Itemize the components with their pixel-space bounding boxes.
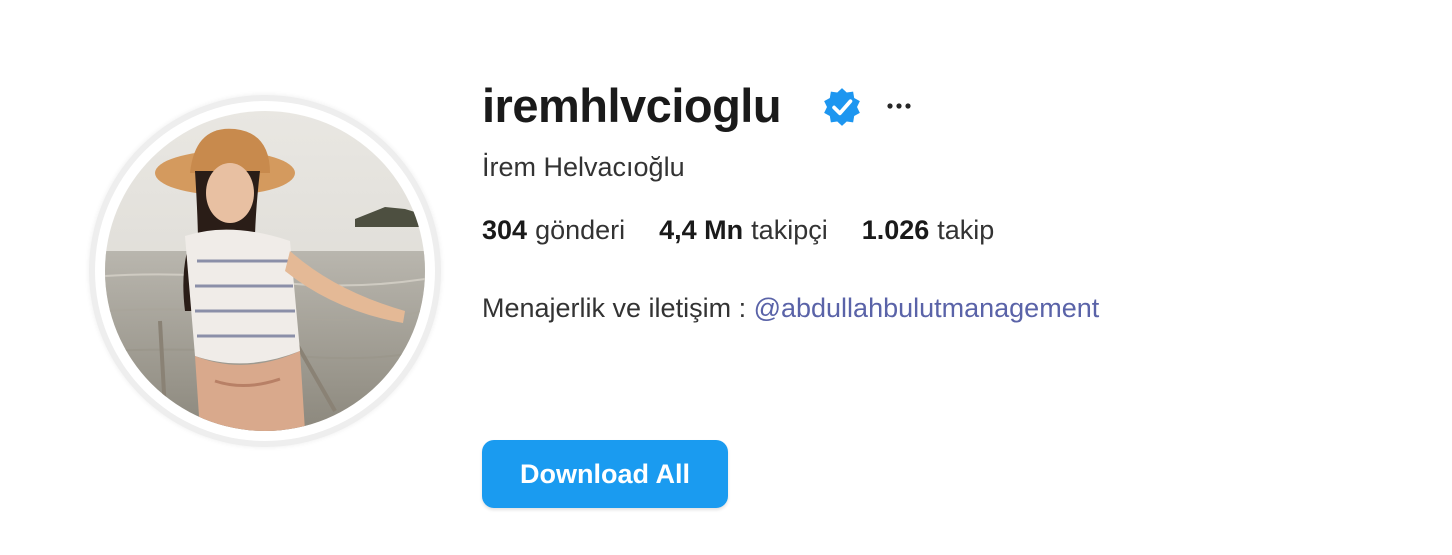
bio-text: Menajerlik ve iletişim : bbox=[482, 293, 754, 323]
download-all-button[interactable]: Download All bbox=[482, 440, 728, 508]
avatar-photo bbox=[105, 111, 425, 431]
ellipsis-icon[interactable] bbox=[881, 88, 917, 124]
following-stat[interactable]: 1.026 takip bbox=[862, 215, 995, 246]
verified-badge-icon bbox=[824, 88, 860, 126]
bio-mention-link[interactable]: @abdullahbulutmanagement bbox=[754, 293, 1100, 323]
profile-stats: 304 gönderi 4,4 Mn takipçi 1.026 takip bbox=[482, 212, 994, 248]
followers-label: takipçi bbox=[751, 214, 828, 245]
posts-label: gönderi bbox=[535, 214, 626, 245]
bio: Menajerlik ve iletişim : @abdullahbulutm… bbox=[482, 291, 1099, 325]
followers-stat[interactable]: 4,4 Mn takipçi bbox=[659, 215, 828, 246]
posts-stat[interactable]: 304 gönderi bbox=[482, 215, 625, 246]
username: iremhlvcioglu bbox=[482, 79, 782, 132]
posts-count: 304 bbox=[482, 214, 528, 245]
following-label: takip bbox=[937, 214, 995, 245]
profile-avatar[interactable] bbox=[95, 101, 435, 441]
full-name: İrem Helvacıoğlu bbox=[482, 152, 685, 182]
following-count: 1.026 bbox=[861, 214, 930, 245]
followers-count: 4,4 Mn bbox=[659, 214, 744, 245]
